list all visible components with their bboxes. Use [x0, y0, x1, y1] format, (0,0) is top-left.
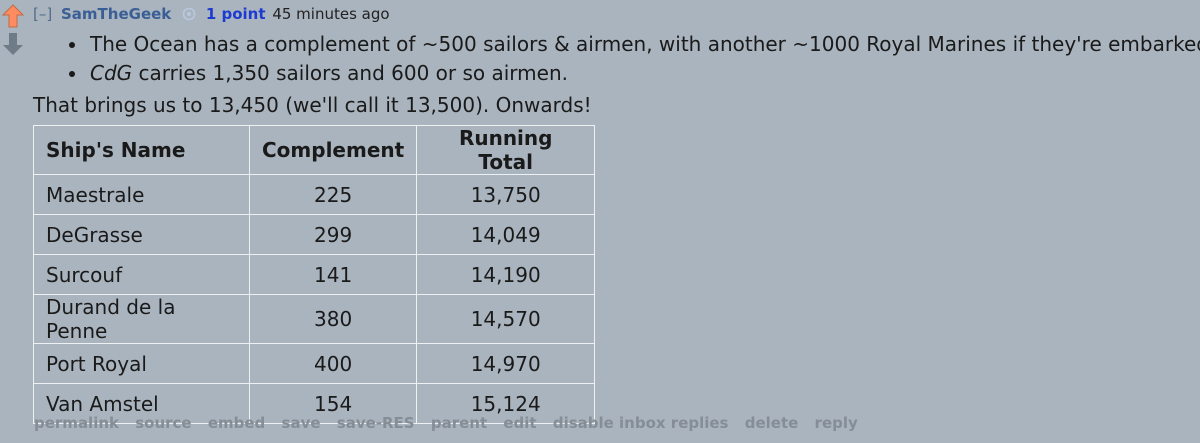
cell-complement: 400 [248, 343, 418, 384]
save-res-button[interactable]: save-RES [337, 414, 415, 432]
comment-tagline: [–] SamTheGeek 1 point 45 minutes ago [33, 4, 390, 24]
comment-action-buttons: permalink source embed save save-RES par… [34, 414, 869, 432]
cell-complement: 380 [248, 294, 418, 344]
cell-running-total: 14,570 [416, 294, 596, 344]
table-header-row: Ship's Name Complement Running Total [33, 125, 596, 175]
header-ship-name: Ship's Name [33, 125, 250, 175]
cdg-text: carries 1,350 sailors and 600 or so airm… [132, 61, 569, 85]
cell-running-total: 13,750 [416, 174, 596, 215]
table-row: Maestrale 225 13,750 [33, 174, 596, 215]
cell-ship-name: DeGrasse [33, 214, 250, 255]
comment-score: 1 point [205, 5, 266, 23]
cell-complement: 225 [248, 174, 418, 215]
cdg-emphasis: CdG [90, 61, 133, 85]
source-button[interactable]: source [135, 414, 191, 432]
comment-timestamp[interactable]: 45 minutes ago [272, 5, 389, 23]
bullet-item-ocean: The Ocean has a complement of ~500 sailo… [88, 30, 1200, 59]
embed-button[interactable]: embed [208, 414, 265, 432]
save-button[interactable]: save [282, 414, 321, 432]
user-flair-icon [182, 7, 196, 21]
bullet-item-cdg: CdG carries 1,350 sailors and 600 or so … [88, 59, 1200, 88]
cell-ship-name: Maestrale [33, 174, 250, 215]
cell-complement: 299 [248, 214, 418, 255]
header-running-total: Running Total [416, 125, 596, 175]
reply-button[interactable]: reply [815, 414, 858, 432]
collapse-toggle[interactable]: [–] [33, 5, 52, 23]
table-row: Durand de la Penne 380 14,570 [33, 294, 596, 344]
disable-inbox-replies-button[interactable]: disable inbox replies [553, 414, 729, 432]
edit-button[interactable]: edit [503, 414, 536, 432]
cell-ship-name: Durand de la Penne [33, 294, 250, 344]
table-row: Surcouf 141 14,190 [33, 254, 596, 295]
table-row: DeGrasse 299 14,049 [33, 214, 596, 255]
table-row: Port Royal 400 14,970 [33, 343, 596, 384]
vote-arrows [1, 4, 25, 60]
delete-button[interactable]: delete [745, 414, 799, 432]
ships-table: Ship's Name Complement Running Total Mae… [33, 125, 596, 424]
cell-running-total: 14,190 [416, 254, 596, 295]
cell-ship-name: Surcouf [33, 254, 250, 295]
cell-complement: 141 [248, 254, 418, 295]
downvote-arrow-icon[interactable] [2, 32, 24, 56]
cell-running-total: 14,049 [416, 214, 596, 255]
comment-paragraph: That brings us to 13,450 (we'll call it … [33, 93, 592, 117]
comment-bullet-list: The Ocean has a complement of ~500 sailo… [44, 30, 1200, 88]
permalink-button[interactable]: permalink [34, 414, 119, 432]
author-link[interactable]: SamTheGeek [61, 5, 171, 23]
header-complement: Complement [248, 125, 418, 175]
cell-running-total: 14,970 [416, 343, 596, 384]
cell-ship-name: Port Royal [33, 343, 250, 384]
parent-button[interactable]: parent [431, 414, 487, 432]
upvote-arrow-icon[interactable] [1, 4, 25, 28]
